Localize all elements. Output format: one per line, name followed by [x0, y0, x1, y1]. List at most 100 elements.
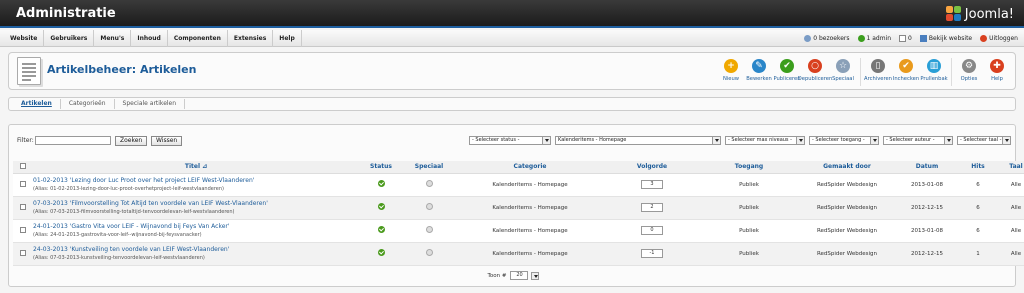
ordering-cell: 3: [605, 173, 699, 197]
article-alias: (Alias: 01-02-2013-lezing-door-luc-proot…: [33, 186, 224, 192]
level-select[interactable]: - Selecteer max niveaus -: [725, 136, 805, 145]
joomla-logo[interactable]: Joomla!: [945, 4, 1014, 24]
article-alias: (Alias: 07-03-2013-kunstveiling-tenvoord…: [33, 255, 205, 261]
row-checkbox[interactable]: [20, 226, 26, 233]
inchecken-button[interactable]: ✔ Inchecken: [893, 56, 919, 88]
row-select-cell: [13, 196, 33, 220]
search-button[interactable]: Zoeken: [115, 136, 148, 146]
title-cell: 24-03-2013 'Kunstveiling ten voordele va…: [33, 242, 359, 266]
author-cell[interactable]: RedSpider Webdesign: [799, 196, 895, 220]
table-body: 01-02-2013 'Lezing door Luc Proot over h…: [13, 173, 1024, 266]
view-site-link[interactable]: Bekijk website: [919, 35, 972, 42]
menu-item-componenten[interactable]: Componenten: [168, 30, 228, 47]
status-select[interactable]: - Selecteer status -: [469, 136, 551, 145]
published-icon[interactable]: [377, 203, 385, 210]
menu-item-gebruikers[interactable]: Gebruikers: [44, 30, 95, 47]
created-by-header[interactable]: Gemaakt door: [799, 161, 895, 174]
content-panel: Filter: Zoeken Wissen - Selecteer status…: [8, 124, 1024, 287]
row-select-cell: [13, 219, 33, 243]
table-row: 07-03-2013 'Filmvoorstelling Tot Altijd …: [13, 196, 1024, 220]
row-checkbox[interactable]: [20, 180, 26, 187]
author-cell[interactable]: RedSpider Webdesign: [799, 242, 895, 266]
author-select[interactable]: - Selecteer auteur -: [883, 136, 953, 145]
user-icon: [857, 35, 865, 42]
admin-title: Administratie: [16, 6, 116, 21]
author-cell[interactable]: RedSpider Webdesign: [799, 173, 895, 197]
ordering-input[interactable]: -1: [641, 249, 663, 258]
featured-header[interactable]: Speciaal: [403, 161, 455, 174]
published-icon[interactable]: [377, 180, 385, 187]
published-icon[interactable]: [377, 226, 385, 233]
language-cell: Alle: [997, 219, 1024, 243]
language-select[interactable]: - Selecteer taal -: [957, 136, 1011, 145]
date-header[interactable]: Datum: [895, 161, 959, 174]
publiceren-button[interactable]: ✔ Publiceren: [773, 56, 801, 88]
bewerken-button[interactable]: ✎ Bewerken: [746, 56, 772, 88]
category-header[interactable]: Categorie: [455, 161, 605, 174]
tab-categorien[interactable]: Categorieën: [61, 99, 115, 109]
not-featured-icon[interactable]: [425, 180, 433, 187]
access-header[interactable]: Toegang: [699, 161, 799, 174]
row-checkbox[interactable]: [20, 203, 26, 210]
menu-item-extensies[interactable]: Extensies: [228, 30, 274, 47]
date-cell: 2013-01-08: [895, 173, 959, 197]
article-title-link[interactable]: 24-03-2013 'Kunstveiling ten voordele va…: [33, 246, 359, 253]
not-featured-icon[interactable]: [425, 203, 433, 210]
chevron-down-icon[interactable]: [530, 271, 539, 280]
article-title-link[interactable]: 07-03-2013 'Filmvoorstelling Tot Altijd …: [33, 200, 359, 207]
table-row: 24-01-2013 'Gastro Vita voor LEIF - Wijn…: [13, 219, 1024, 243]
not-featured-icon[interactable]: [425, 249, 433, 256]
visitors-status: 0 bezoekers: [804, 35, 850, 42]
sort-icon: ⊿: [202, 163, 208, 171]
clear-button[interactable]: Wissen: [151, 136, 183, 146]
archiveren-button[interactable]: ▯ Archiveren: [864, 56, 892, 88]
article-title-link[interactable]: 24-01-2013 'Gastro Vita voor LEIF - Wijn…: [33, 223, 359, 230]
title-header[interactable]: Titel ⊿: [33, 161, 359, 174]
nieuw-button[interactable]: + Nieuw: [719, 56, 743, 88]
row-checkbox[interactable]: [20, 249, 26, 256]
access-select[interactable]: - Selecteer toegang -: [809, 136, 879, 145]
toolbar-button-label: Depubliceren: [797, 76, 833, 82]
hits-cell: 6: [959, 173, 997, 197]
menu-item-menus[interactable]: Menu's: [94, 30, 132, 47]
help-button[interactable]: ✚ Help: [985, 56, 1009, 88]
published-icon[interactable]: [377, 249, 385, 256]
prullenbak-icon: ▥: [927, 59, 941, 73]
ordering-input[interactable]: 3: [641, 180, 663, 189]
logout-link[interactable]: Uitloggen: [980, 35, 1018, 42]
not-featured-icon[interactable]: [425, 226, 433, 233]
status-header[interactable]: Status: [359, 161, 403, 174]
status-bar: 0 bezoekers 1 admin 0 Bekijk website Uit…: [804, 30, 1018, 47]
ordering-input[interactable]: 0: [641, 226, 663, 235]
depubliceren-icon: ○: [808, 59, 822, 73]
status-cell: [359, 173, 403, 197]
bewerken-icon: ✎: [752, 59, 766, 73]
depubliceren-button[interactable]: ○ Depubliceren: [798, 56, 832, 88]
author-cell[interactable]: RedSpider Webdesign: [799, 219, 895, 243]
ordering-input[interactable]: 2: [641, 203, 663, 212]
list-limit-select[interactable]: 20: [509, 271, 528, 280]
tab-artikelen[interactable]: Artikelen: [13, 99, 61, 109]
speciaal-button[interactable]: ☆ Speciaal: [831, 56, 855, 88]
toolbar-separator: [860, 58, 861, 86]
chevron-down-icon: [944, 137, 952, 144]
filter-search-input[interactable]: [35, 136, 111, 145]
ordering-header[interactable]: Volgorde: [605, 161, 699, 174]
menu-item-help[interactable]: Help: [273, 30, 302, 47]
opties-button[interactable]: ⚙ Opties: [957, 56, 981, 88]
tab-specialeartikelen[interactable]: Speciale artikelen: [115, 99, 186, 109]
article-title-link[interactable]: 01-02-2013 'Lezing door Luc Proot over h…: [33, 177, 359, 184]
messages-status[interactable]: 0: [899, 35, 912, 42]
language-header[interactable]: Taal: [997, 161, 1024, 174]
table-row: 01-02-2013 'Lezing door Luc Proot over h…: [13, 173, 1024, 197]
menu-item-inhoud[interactable]: Inhoud: [131, 30, 168, 47]
joomla-logo-icon: [945, 6, 962, 22]
table-header-row: Titel ⊿ Status Speciaal Categorie Volgor…: [13, 161, 1024, 174]
select-all-checkbox[interactable]: [20, 162, 26, 169]
date-cell: 2013-01-08: [895, 219, 959, 243]
toolbar-button-label: Bewerken: [746, 76, 772, 82]
hits-header[interactable]: Hits: [959, 161, 997, 174]
category-select[interactable]: Kalenderitems - Homepage: [555, 136, 721, 145]
prullenbak-button[interactable]: ▥ Prullenbak: [920, 56, 948, 88]
menu-item-website[interactable]: Website: [4, 30, 45, 47]
